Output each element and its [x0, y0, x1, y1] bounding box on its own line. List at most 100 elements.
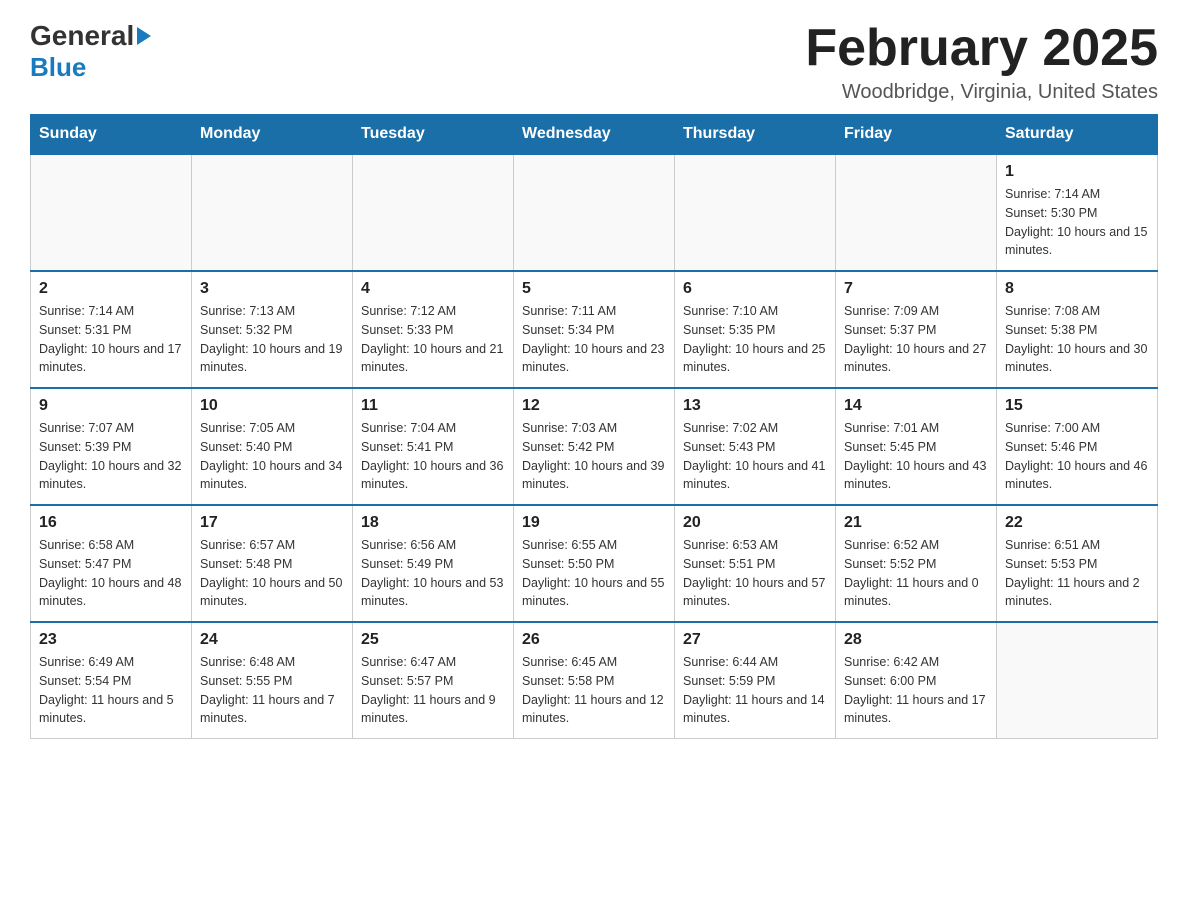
table-row	[353, 154, 514, 271]
calendar-header-row: Sunday Monday Tuesday Wednesday Thursday…	[31, 115, 1158, 155]
table-row: 4 Sunrise: 7:12 AMSunset: 5:33 PMDaylight…	[353, 271, 514, 388]
day-info: Sunrise: 7:14 AMSunset: 5:30 PMDaylight:…	[1005, 185, 1149, 260]
day-number: 24	[200, 631, 344, 649]
logo-arrow-icon	[137, 27, 151, 45]
table-row: 13 Sunrise: 7:02 AMSunset: 5:43 PMDayligh…	[675, 388, 836, 505]
day-info: Sunrise: 6:58 AMSunset: 5:47 PMDaylight:…	[39, 536, 183, 611]
calendar-table: Sunday Monday Tuesday Wednesday Thursday…	[30, 114, 1158, 739]
table-row: 14Sunrise: 7:01 AMSunset: 5:45 PMDayligh…	[836, 388, 997, 505]
day-number: 10	[200, 397, 344, 415]
table-row: 17 Sunrise: 6:57 AMSunset: 5:48 PMDayligh…	[192, 505, 353, 622]
table-row: 23Sunrise: 6:49 AMSunset: 5:54 PMDayligh…	[31, 622, 192, 739]
day-number: 5	[522, 280, 666, 298]
table-row: 24 Sunrise: 6:48 AMSunset: 5:55 PMDayligh…	[192, 622, 353, 739]
day-number: 7	[844, 280, 988, 298]
day-number: 19	[522, 514, 666, 532]
table-row: 16 Sunrise: 6:58 AMSunset: 5:47 PMDayligh…	[31, 505, 192, 622]
day-number: 13	[683, 397, 827, 415]
table-row: 3 Sunrise: 7:13 AMSunset: 5:32 PMDaylight…	[192, 271, 353, 388]
day-info: Sunrise: 7:13 AMSunset: 5:32 PMDaylight:…	[200, 302, 344, 377]
calendar-week-row: 16 Sunrise: 6:58 AMSunset: 5:47 PMDayligh…	[31, 505, 1158, 622]
day-info: Sunrise: 7:04 AMSunset: 5:41 PMDaylight:…	[361, 419, 505, 494]
day-info: Sunrise: 6:57 AMSunset: 5:48 PMDaylight:…	[200, 536, 344, 611]
table-row: 22 Sunrise: 6:51 AMSunset: 5:53 PMDayligh…	[997, 505, 1158, 622]
col-friday: Friday	[836, 115, 997, 155]
day-info: Sunrise: 7:14 AMSunset: 5:31 PMDaylight:…	[39, 302, 183, 377]
day-number: 28	[844, 631, 988, 649]
day-info: Sunrise: 7:00 AMSunset: 5:46 PMDaylight:…	[1005, 419, 1149, 494]
day-number: 20	[683, 514, 827, 532]
day-info: Sunrise: 7:11 AMSunset: 5:34 PMDaylight:…	[522, 302, 666, 377]
table-row: 2 Sunrise: 7:14 AMSunset: 5:31 PMDaylight…	[31, 271, 192, 388]
table-row: 7 Sunrise: 7:09 AMSunset: 5:37 PMDaylight…	[836, 271, 997, 388]
table-row: 19Sunrise: 6:55 AMSunset: 5:50 PMDayligh…	[514, 505, 675, 622]
table-row: 8Sunrise: 7:08 AMSunset: 5:38 PMDaylight…	[997, 271, 1158, 388]
logo: General Blue	[30, 20, 151, 83]
logo-general: General	[30, 20, 134, 52]
month-title: February 2025	[805, 20, 1158, 77]
table-row: 9Sunrise: 7:07 AMSunset: 5:39 PMDaylight…	[31, 388, 192, 505]
day-info: Sunrise: 6:48 AMSunset: 5:55 PMDaylight:…	[200, 653, 344, 728]
day-info: Sunrise: 7:03 AMSunset: 5:42 PMDaylight:…	[522, 419, 666, 494]
day-number: 14	[844, 397, 988, 415]
table-row	[997, 622, 1158, 739]
table-row: 25 Sunrise: 6:47 AMSunset: 5:57 PMDayligh…	[353, 622, 514, 739]
day-info: Sunrise: 7:08 AMSunset: 5:38 PMDaylight:…	[1005, 302, 1149, 377]
table-row: 28 Sunrise: 6:42 AMSunset: 6:00 PMDayligh…	[836, 622, 997, 739]
day-info: Sunrise: 7:09 AMSunset: 5:37 PMDaylight:…	[844, 302, 988, 377]
calendar-week-row: 1 Sunrise: 7:14 AMSunset: 5:30 PMDaylight…	[31, 154, 1158, 271]
day-info: Sunrise: 6:52 AMSunset: 5:52 PMDaylight:…	[844, 536, 988, 611]
day-number: 25	[361, 631, 505, 649]
page-header: General Blue February 2025 Woodbridge, V…	[30, 20, 1158, 104]
col-sunday: Sunday	[31, 115, 192, 155]
day-info: Sunrise: 7:02 AMSunset: 5:43 PMDaylight:…	[683, 419, 827, 494]
table-row: 21 Sunrise: 6:52 AMSunset: 5:52 PMDayligh…	[836, 505, 997, 622]
logo-blue: Blue	[30, 52, 86, 83]
day-number: 6	[683, 280, 827, 298]
day-info: Sunrise: 6:51 AMSunset: 5:53 PMDaylight:…	[1005, 536, 1149, 611]
day-number: 11	[361, 397, 505, 415]
day-number: 4	[361, 280, 505, 298]
table-row: 11 Sunrise: 7:04 AMSunset: 5:41 PMDayligh…	[353, 388, 514, 505]
calendar-week-row: 9Sunrise: 7:07 AMSunset: 5:39 PMDaylight…	[31, 388, 1158, 505]
col-tuesday: Tuesday	[353, 115, 514, 155]
day-number: 1	[1005, 163, 1149, 181]
day-number: 16	[39, 514, 183, 532]
calendar-week-row: 2 Sunrise: 7:14 AMSunset: 5:31 PMDaylight…	[31, 271, 1158, 388]
table-row: 20 Sunrise: 6:53 AMSunset: 5:51 PMDayligh…	[675, 505, 836, 622]
day-number: 18	[361, 514, 505, 532]
day-number: 23	[39, 631, 183, 649]
day-number: 17	[200, 514, 344, 532]
day-number: 12	[522, 397, 666, 415]
day-info: Sunrise: 6:44 AMSunset: 5:59 PMDaylight:…	[683, 653, 827, 728]
day-number: 21	[844, 514, 988, 532]
day-number: 2	[39, 280, 183, 298]
day-info: Sunrise: 6:42 AMSunset: 6:00 PMDaylight:…	[844, 653, 988, 728]
day-number: 27	[683, 631, 827, 649]
location-subtitle: Woodbridge, Virginia, United States	[805, 81, 1158, 104]
day-info: Sunrise: 6:47 AMSunset: 5:57 PMDaylight:…	[361, 653, 505, 728]
table-row: 5 Sunrise: 7:11 AMSunset: 5:34 PMDaylight…	[514, 271, 675, 388]
calendar-week-row: 23Sunrise: 6:49 AMSunset: 5:54 PMDayligh…	[31, 622, 1158, 739]
day-number: 22	[1005, 514, 1149, 532]
day-number: 9	[39, 397, 183, 415]
table-row: 26Sunrise: 6:45 AMSunset: 5:58 PMDayligh…	[514, 622, 675, 739]
day-info: Sunrise: 6:45 AMSunset: 5:58 PMDaylight:…	[522, 653, 666, 728]
day-info: Sunrise: 7:10 AMSunset: 5:35 PMDaylight:…	[683, 302, 827, 377]
table-row	[836, 154, 997, 271]
col-saturday: Saturday	[997, 115, 1158, 155]
day-info: Sunrise: 7:12 AMSunset: 5:33 PMDaylight:…	[361, 302, 505, 377]
table-row: 15 Sunrise: 7:00 AMSunset: 5:46 PMDayligh…	[997, 388, 1158, 505]
day-info: Sunrise: 6:53 AMSunset: 5:51 PMDaylight:…	[683, 536, 827, 611]
table-row: 27 Sunrise: 6:44 AMSunset: 5:59 PMDayligh…	[675, 622, 836, 739]
table-row	[192, 154, 353, 271]
day-info: Sunrise: 7:05 AMSunset: 5:40 PMDaylight:…	[200, 419, 344, 494]
day-number: 3	[200, 280, 344, 298]
title-block: February 2025 Woodbridge, Virginia, Unit…	[805, 20, 1158, 104]
table-row: 6 Sunrise: 7:10 AMSunset: 5:35 PMDaylight…	[675, 271, 836, 388]
day-number: 15	[1005, 397, 1149, 415]
col-monday: Monday	[192, 115, 353, 155]
table-row	[675, 154, 836, 271]
table-row: 12 Sunrise: 7:03 AMSunset: 5:42 PMDayligh…	[514, 388, 675, 505]
table-row: 10 Sunrise: 7:05 AMSunset: 5:40 PMDayligh…	[192, 388, 353, 505]
